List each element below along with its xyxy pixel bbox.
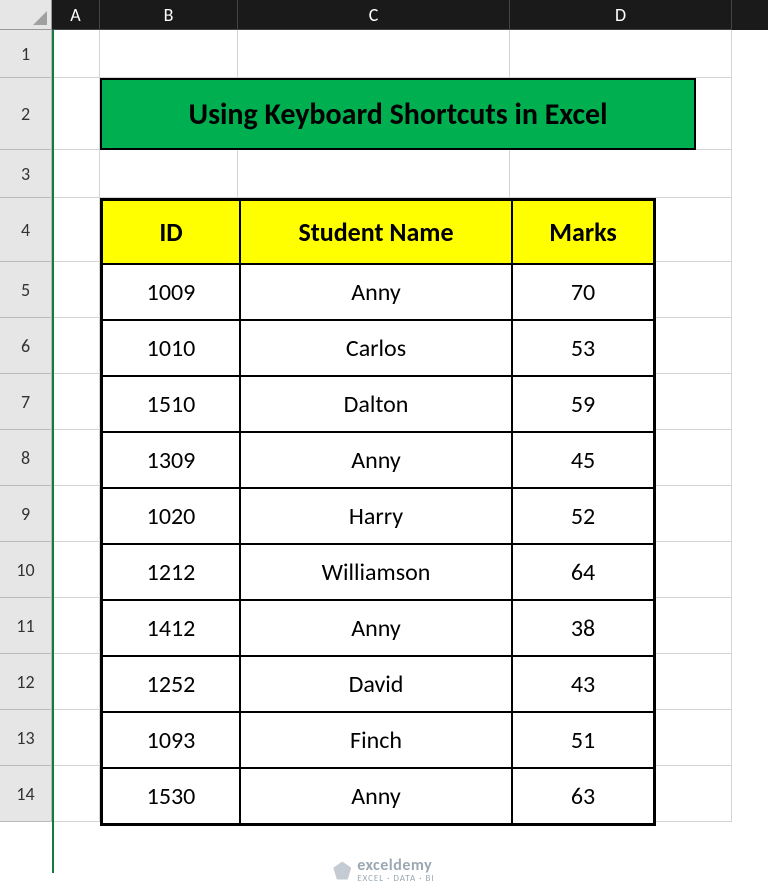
cell-name[interactable]: Finch [240,712,512,768]
title-banner[interactable]: Using Keyboard Shortcuts in Excel [100,78,696,150]
table-row[interactable]: 1510Dalton59 [102,376,654,432]
table-row[interactable]: 1093Finch51 [102,712,654,768]
cell-id[interactable]: 1530 [102,768,240,824]
title-text: Using Keyboard Shortcuts in Excel [188,96,607,133]
row-headers: 1234567891011121314 [0,30,52,822]
row-header-13[interactable]: 13 [0,710,52,766]
header-marks[interactable]: Marks [512,200,654,264]
cell-marks[interactable]: 59 [512,376,654,432]
cell-name[interactable]: Anny [240,600,512,656]
table-row[interactable]: 1309Anny45 [102,432,654,488]
column-header-D[interactable]: D [510,0,732,30]
active-column-indicator [52,30,54,873]
cell-id[interactable]: 1009 [102,264,240,320]
table-row[interactable]: 1530Anny63 [102,768,654,824]
cell-name[interactable]: Dalton [240,376,512,432]
cell-marks[interactable]: 51 [512,712,654,768]
header-id-label: ID [153,216,188,248]
row-header-2[interactable]: 2 [0,78,52,150]
cell-grid[interactable]: Using Keyboard Shortcuts in Excel ID Stud… [52,30,768,893]
header-marks-label: Marks [543,216,622,248]
cell-name[interactable]: Anny [240,432,512,488]
row-header-11[interactable]: 11 [0,598,52,654]
table-row[interactable]: 1009Anny70 [102,264,654,320]
table-row[interactable]: 1412Anny38 [102,600,654,656]
header-name-label: Student Name [292,216,459,248]
cell-id[interactable]: 1412 [102,600,240,656]
table-row[interactable]: 1212Williamson64 [102,544,654,600]
cell-marks[interactable]: 43 [512,656,654,712]
cell-marks[interactable]: 64 [512,544,654,600]
cell-id[interactable]: 1093 [102,712,240,768]
cell-name[interactable]: Carlos [240,320,512,376]
row-header-5[interactable]: 5 [0,262,52,318]
watermark-logo-icon [333,862,351,880]
row-header-14[interactable]: 14 [0,766,52,822]
cell-name[interactable]: Anny [240,264,512,320]
column-header-A[interactable]: A [52,0,100,30]
cell-id[interactable]: 1252 [102,656,240,712]
table-row[interactable]: 1020Harry52 [102,488,654,544]
row-header-7[interactable]: 7 [0,374,52,430]
cell-marks[interactable]: 38 [512,600,654,656]
cell-id[interactable]: 1309 [102,432,240,488]
cell-name[interactable]: Anny [240,768,512,824]
column-headers: ABCD [52,0,768,30]
header-id[interactable]: ID [102,200,240,264]
cell-marks[interactable]: 70 [512,264,654,320]
column-header-B[interactable]: B [100,0,238,30]
cell-name[interactable]: David [240,656,512,712]
header-name[interactable]: Student Name [240,200,512,264]
row-header-6[interactable]: 6 [0,318,52,374]
row-header-3[interactable]: 3 [0,150,52,198]
select-all-corner[interactable] [0,0,52,30]
row-header-9[interactable]: 9 [0,486,52,542]
watermark-tagline: EXCEL · DATA · BI [357,874,434,883]
cell-marks[interactable]: 53 [512,320,654,376]
cell-marks[interactable]: 52 [512,488,654,544]
table-row[interactable]: 1252David43 [102,656,654,712]
student-table: IDStudent NameMarks1009Anny701010Carlos5… [100,198,656,826]
row-header-1[interactable]: 1 [0,30,52,78]
cell-id[interactable]: 1212 [102,544,240,600]
cell-name[interactable]: Williamson [240,544,512,600]
row-header-10[interactable]: 10 [0,542,52,598]
watermark-brand: exceldemy [357,858,434,874]
row-header-8[interactable]: 8 [0,430,52,486]
column-header-C[interactable]: C [238,0,510,30]
cell-name[interactable]: Harry [240,488,512,544]
cell-id[interactable]: 1010 [102,320,240,376]
table-row[interactable]: 1010Carlos53 [102,320,654,376]
row-header-4[interactable]: 4 [0,198,52,262]
row-header-12[interactable]: 12 [0,654,52,710]
spreadsheet-view: ABCD 1234567891011121314 Using Keyboard … [0,0,768,893]
cell-marks[interactable]: 45 [512,432,654,488]
cell-id[interactable]: 1020 [102,488,240,544]
cell-id[interactable]: 1510 [102,376,240,432]
watermark: exceldemy EXCEL · DATA · BI [0,858,768,883]
cell-marks[interactable]: 63 [512,768,654,824]
